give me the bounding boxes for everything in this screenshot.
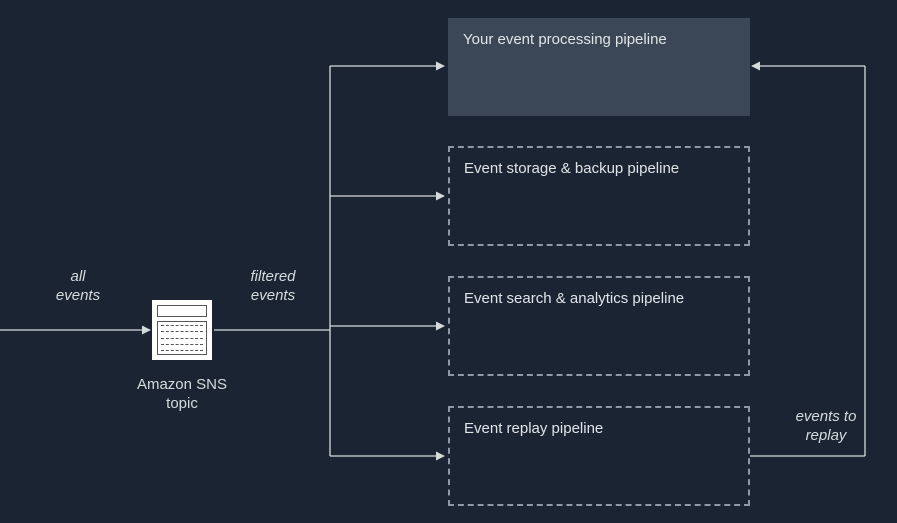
label-all-events: all events: [48, 268, 108, 306]
label-filtered-events: filtered events: [238, 268, 308, 306]
box-search-label: Event search & analytics pipeline: [464, 290, 684, 307]
box-replay-pipeline: Event replay pipeline: [448, 406, 750, 506]
label-events-to-replay: events to replay: [786, 408, 866, 446]
box-replay-label: Event replay pipeline: [464, 420, 603, 437]
box-processing-label: Your event processing pipeline: [463, 31, 667, 48]
box-storage-label: Event storage & backup pipeline: [464, 160, 679, 177]
label-sns-topic: Amazon SNS topic: [120, 376, 244, 414]
box-storage-pipeline: Event storage & backup pipeline: [448, 146, 750, 246]
amazon-sns-topic-icon: [152, 300, 212, 360]
box-processing-pipeline: Your event processing pipeline: [448, 18, 750, 116]
box-search-pipeline: Event search & analytics pipeline: [448, 276, 750, 376]
